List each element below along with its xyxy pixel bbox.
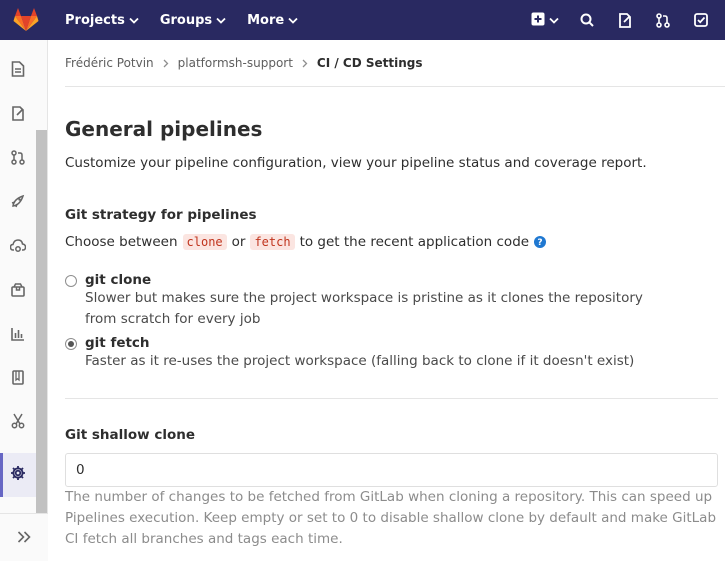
sidebar-item-operations[interactable] xyxy=(0,225,36,269)
shallow-clone-label: Git shallow clone xyxy=(65,427,195,443)
git-strategy-intro: Choose between clone or fetch to get the… xyxy=(65,234,547,250)
section-description: Customize your pipeline configuration, v… xyxy=(65,155,647,171)
chevron-down-icon xyxy=(129,17,139,24)
git-clone-radio[interactable] xyxy=(65,275,77,287)
breadcrumb-current-page: CI / CD Settings xyxy=(316,56,423,70)
sidebar-item-overview[interactable] xyxy=(0,49,36,93)
nav-projects-dropdown[interactable]: Projects xyxy=(65,13,139,28)
git-fetch-option[interactable]: git fetch Faster as it re-uses the proje… xyxy=(65,335,655,372)
sidebar-item-issues[interactable] xyxy=(0,93,36,137)
nav-groups-dropdown[interactable]: Groups xyxy=(160,13,226,28)
project-sidebar xyxy=(0,40,48,561)
git-clone-option[interactable]: git clone Slower but makes sure the proj… xyxy=(65,272,655,330)
sidebar-item-analytics[interactable] xyxy=(0,313,36,357)
git-fetch-help: Faster as it re-uses the project workspa… xyxy=(85,353,635,369)
settings-icon xyxy=(10,465,26,485)
issues-icon[interactable] xyxy=(609,4,641,36)
merge-request-icon xyxy=(11,149,25,169)
merge-request-icon[interactable] xyxy=(647,4,679,36)
shallow-clone-help: The number of changes to be fetched from… xyxy=(65,489,717,547)
chevron-down-icon xyxy=(549,17,559,24)
issues-icon xyxy=(11,105,25,125)
package-icon xyxy=(11,282,25,301)
sidebar-item-snippets[interactable] xyxy=(0,401,36,445)
question-circle-icon[interactable]: ? xyxy=(534,236,547,248)
plus-square-icon xyxy=(531,11,545,30)
collapse-sidebar-button[interactable] xyxy=(0,513,48,561)
breadcrumb: Frédéric Potvin platformsh-support CI / … xyxy=(65,40,725,87)
chevron-right-icon xyxy=(302,59,308,68)
breadcrumb-project-link[interactable]: platformsh-support xyxy=(178,56,293,70)
code-fetch: fetch xyxy=(250,234,295,250)
overview-icon xyxy=(11,61,25,81)
sidebar-item-wiki[interactable] xyxy=(0,357,36,401)
search-icon[interactable] xyxy=(571,4,603,36)
rocket-icon xyxy=(10,193,26,213)
gitlab-logo-icon[interactable] xyxy=(13,7,39,33)
chevron-down-icon xyxy=(288,17,298,24)
sidebar-scrollbar[interactable] xyxy=(36,130,47,555)
book-icon xyxy=(12,369,24,389)
section-divider xyxy=(65,398,718,399)
nav-more-dropdown[interactable]: More xyxy=(247,13,298,28)
git-clone-help: Slower but makes sure the project worksp… xyxy=(85,290,643,327)
cloud-gear-icon xyxy=(9,238,27,257)
chart-icon xyxy=(11,326,25,345)
intro-prefix-text: Choose between xyxy=(65,234,178,250)
git-clone-title[interactable]: git clone xyxy=(85,272,655,288)
sidebar-item-packages[interactable] xyxy=(0,269,36,313)
svg-text:?: ? xyxy=(537,238,542,248)
nav-projects-label: Projects xyxy=(65,12,125,28)
section-title: General pipelines xyxy=(65,117,263,141)
double-chevron-right-icon xyxy=(17,528,31,547)
new-dropdown-button[interactable] xyxy=(525,4,565,36)
sidebar-item-merge-requests[interactable] xyxy=(0,137,36,181)
chevron-right-icon xyxy=(163,59,169,68)
chevron-down-icon xyxy=(216,17,226,24)
code-clone: clone xyxy=(182,234,227,250)
intro-suffix-text: to get the recent application code xyxy=(299,234,530,250)
intro-or-text: or xyxy=(231,234,246,250)
top-navbar: Projects Groups More xyxy=(0,0,725,40)
git-fetch-title[interactable]: git fetch xyxy=(85,335,655,351)
sidebar-item-settings[interactable] xyxy=(0,453,36,497)
nav-more-label: More xyxy=(247,12,285,28)
breadcrumb-owner-link[interactable]: Frédéric Potvin xyxy=(65,56,154,70)
main-content: Frédéric Potvin platformsh-support CI / … xyxy=(65,40,725,547)
nav-groups-label: Groups xyxy=(159,12,213,28)
git-strategy-label: Git strategy for pipelines xyxy=(65,207,257,223)
git-fetch-radio[interactable] xyxy=(65,338,77,350)
scissors-icon xyxy=(11,413,25,433)
shallow-clone-input[interactable] xyxy=(65,453,718,487)
sidebar-item-ci-cd[interactable] xyxy=(0,181,36,225)
todo-icon[interactable] xyxy=(685,4,717,36)
